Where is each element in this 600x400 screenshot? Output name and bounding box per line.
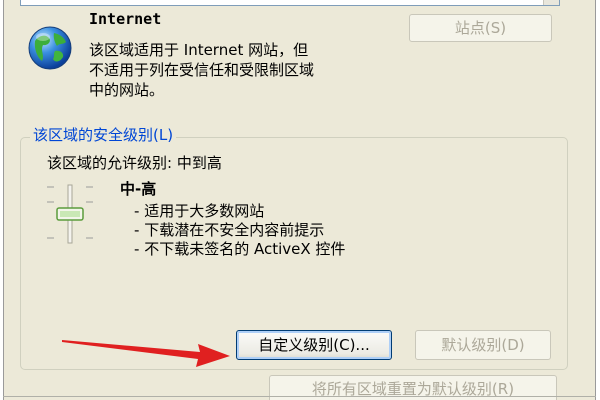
security-level-slider[interactable] xyxy=(44,183,96,245)
allowed-levels-text: 该区域的允许级别: 中到高 xyxy=(47,154,222,172)
level-details-list: 适用于大多数网站 下载潜在不安全内容前提示 不下载未签名的 ActiveX 控件 xyxy=(134,202,345,259)
custom-level-button[interactable]: 自定义级别(C)... xyxy=(236,330,392,360)
level-detail-item: 不下载未签名的 ActiveX 控件 xyxy=(134,240,345,259)
security-level-group-label: 该区域的安全级别(L) xyxy=(30,124,177,145)
default-level-button[interactable]: 默认级别(D) xyxy=(415,330,551,360)
zone-list-scrollbar[interactable] xyxy=(543,0,559,5)
current-level-title: 中-高 xyxy=(120,180,157,198)
globe-icon xyxy=(26,24,74,72)
zone-name: Internet xyxy=(89,10,162,28)
zone-description-line: 该区域适用于 Internet 网站，但 xyxy=(89,41,309,59)
sites-button[interactable]: 站点(S) xyxy=(409,14,552,42)
zone-description-line: 不适用于列在受信任和受限制区域 xyxy=(89,61,315,79)
red-arrow-annotation xyxy=(62,340,230,367)
level-detail-item: 适用于大多数网站 xyxy=(134,202,345,221)
level-detail-item: 下载潜在不安全内容前提示 xyxy=(134,221,345,240)
zone-description: 该区域适用于 Internet 网站，但 不适用于列在受信任和受限制区域 中的网… xyxy=(89,40,389,100)
dialog-bottom-edge xyxy=(3,396,596,397)
zone-description-line: 中的网站。 xyxy=(89,81,165,99)
zone-list[interactable] xyxy=(20,0,560,6)
